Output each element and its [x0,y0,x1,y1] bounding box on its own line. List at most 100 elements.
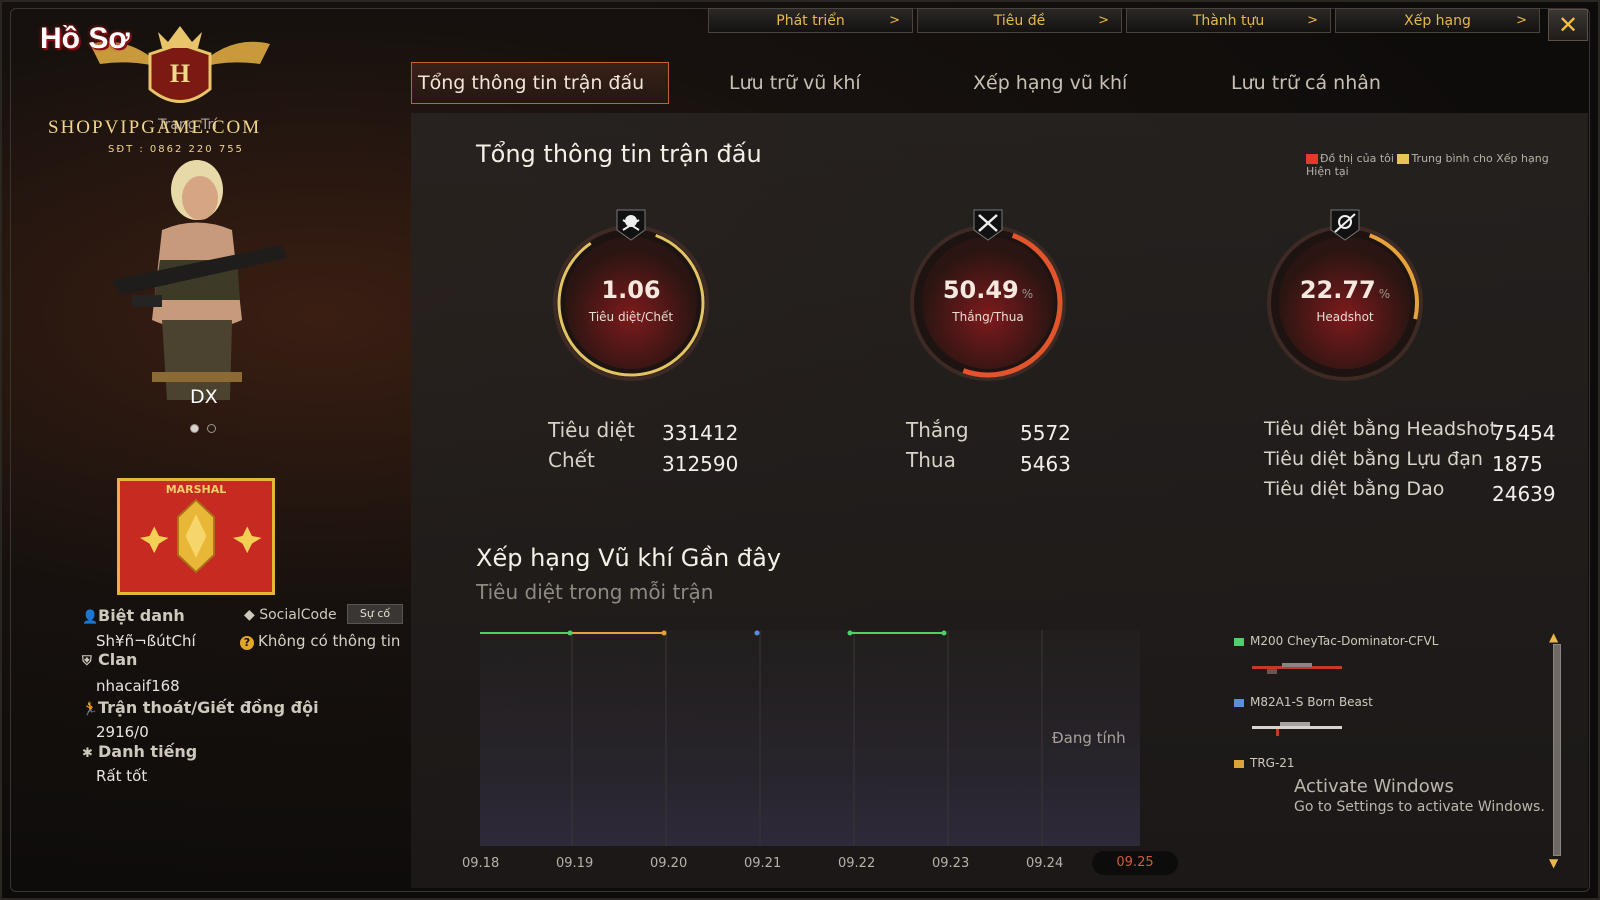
escape-value: 2916/0 [96,723,149,741]
top-nav: Phát triển > Tiêu đề > Thành tựu > Xếp hạng… [708,8,1540,33]
rank-emblem-icon [140,498,262,574]
wins-value: 5572 [1020,421,1071,445]
headshot-value: 22.77% [1299,276,1391,304]
gauge-winloss: 50.49% Thắng/Thua [903,209,1073,388]
nav-label: Thành tựu [1192,12,1265,29]
kd-value: 1.06 [601,276,661,304]
kd-label: Tiêu diệt/Chết [588,310,674,324]
help-icon[interactable]: ? [240,636,254,650]
escape-label: 🏃Trận thoát/Giết đồng đội [82,698,319,717]
clan-value: nhacaif168 [96,677,180,695]
chevron-right-icon: > [1098,13,1109,28]
nav-button-thanh-tuu[interactable]: Thành tựu > [1126,8,1331,33]
weapon-color-swatch [1234,759,1244,768]
nav-label: Xếp hạng [1404,12,1471,29]
sniper-rifle-icon [1252,663,1342,674]
date-label[interactable]: 09.23 [932,856,969,871]
legend-mine: Đồ thị của tôi [1320,152,1394,165]
weapon-name: TRG-21 [1250,756,1295,770]
date-label[interactable]: 09.24 [1026,856,1063,871]
socialcode-label: ◆ SocialCode [244,607,337,623]
content-tabs: Tổng thông tin trận đấu Lưu trữ vũ khí X… [411,62,1425,104]
knife-kills-value: 24639 [1492,482,1556,506]
pager-dot-active[interactable] [190,424,199,433]
user-icon: 👤 [82,610,99,625]
pager-dot[interactable] [207,424,216,433]
deaths-value: 312590 [662,452,739,476]
gear-star-icon: ✱ [82,746,93,761]
clan-label: ⛨ Clan [82,650,138,669]
weapon-list-scrollbar[interactable]: ▲ ▼ [1549,630,1563,870]
gauge-kd: 1.06 Tiêu diệt/Chết [546,209,716,388]
kills-label: Tiêu diệt [548,418,635,442]
activate-line2: Go to Settings to activate Windows. [1294,799,1545,815]
losses-label: Thua [906,448,956,472]
date-label[interactable]: 09.20 [650,856,687,871]
date-label[interactable]: 09.21 [744,856,781,871]
scroll-up-icon[interactable]: ▲ [1549,630,1558,644]
skull-icon [616,209,646,241]
weapon-color-swatch [1234,698,1244,707]
headshot-label: Headshot [1316,310,1374,324]
nav-label: Tiêu đề [993,12,1046,29]
summary-title: Tổng thông tin trận đấu [476,140,762,168]
grenade-kills-label: Tiêu diệt bằng Lựu đạn [1264,448,1483,470]
headshot-icon [1330,209,1360,241]
character-pager [190,424,216,433]
clan-shield-icon: ⛨ [82,654,92,669]
recent-chart [480,630,1140,846]
profile-title: Hồ Sơ [40,22,130,55]
tab-weapon-ranking[interactable]: Xếp hạng vũ khí [967,62,1167,104]
date-label[interactable]: 09.22 [838,856,875,871]
kills-value: 331412 [662,421,739,445]
winloss-label: Thắng/Thua [952,310,1024,324]
windows-activation-watermark: Activate Windows Go to Settings to activ… [1294,776,1545,815]
nav-button-phat-trien[interactable]: Phát triển > [708,8,913,33]
recent-title: Xếp hạng Vũ khí Gần đây [476,544,782,572]
legend-swatch-mine [1306,154,1318,164]
nickname-label: 👤Biệt danh [82,606,185,625]
hs-kills-value: 75454 [1492,421,1556,445]
knife-kills-label: Tiêu diệt bằng Dao [1264,478,1445,500]
weapon-item[interactable]: M200 CheyTac-Dominator-CFVL [1234,634,1438,648]
nav-button-xep-hang[interactable]: Xếp hạng > [1335,8,1540,33]
chevron-right-icon: > [1307,13,1318,28]
close-button[interactable]: ✕ [1548,9,1588,41]
chevron-right-icon: > [889,13,900,28]
weapon-color-swatch [1234,637,1244,646]
scrollbar-thumb[interactable] [1553,644,1561,856]
svg-text:H: H [170,59,190,88]
hs-kills-label: Tiêu diệt bằng Headshot [1264,418,1498,440]
socialcode-value: ? Không có thông tin [240,632,400,650]
weapon-item[interactable]: M82A1-S Born Beast [1234,695,1373,709]
nav-label: Phát triển [776,12,845,29]
weapon-name: M82A1-S Born Beast [1250,695,1373,709]
legend: Đồ thị của tôi Trung bình cho Xếp hạng H… [1306,152,1576,178]
rank-badge: MARSHAL [117,478,275,595]
date-label-active[interactable]: 09.25 [1092,851,1178,875]
date-label[interactable]: 09.18 [462,856,499,871]
weapon-name: M200 CheyTac-Dominator-CFVL [1250,634,1439,648]
date-label[interactable]: 09.19 [556,856,593,871]
character-name: DX [190,386,218,408]
gauge-headshot: 22.77% Headshot [1260,209,1430,388]
recent-subtitle: Tiêu diệt trong mỗi trận [476,580,714,604]
weapon-item[interactable]: TRG-21 [1234,756,1295,770]
crossed-swords-icon [973,209,1003,241]
close-icon: ✕ [1557,11,1579,39]
tab-weapon-storage[interactable]: Lưu trữ vũ khí [723,62,923,104]
chevron-right-icon: > [1516,13,1527,28]
tag-icon: ◆ [244,607,255,623]
nav-button-tieu-de[interactable]: Tiêu đề > [917,8,1122,33]
scroll-down-icon[interactable]: ▼ [1549,856,1558,870]
running-man-icon: 🏃 [82,702,99,717]
activate-line1: Activate Windows [1294,776,1454,797]
tab-personal-storage[interactable]: Lưu trữ cá nhân [1225,62,1425,104]
deaths-label: Chết [548,448,595,472]
reputation-value: Rất tốt [96,767,148,785]
legend-swatch-avg [1397,154,1410,164]
sniper-rifle-icon [1252,722,1342,736]
character-portrait [112,160,287,400]
tab-match-summary[interactable]: Tổng thông tin trận đấu [411,62,669,104]
report-issue-button[interactable]: Sự cố [347,604,403,624]
